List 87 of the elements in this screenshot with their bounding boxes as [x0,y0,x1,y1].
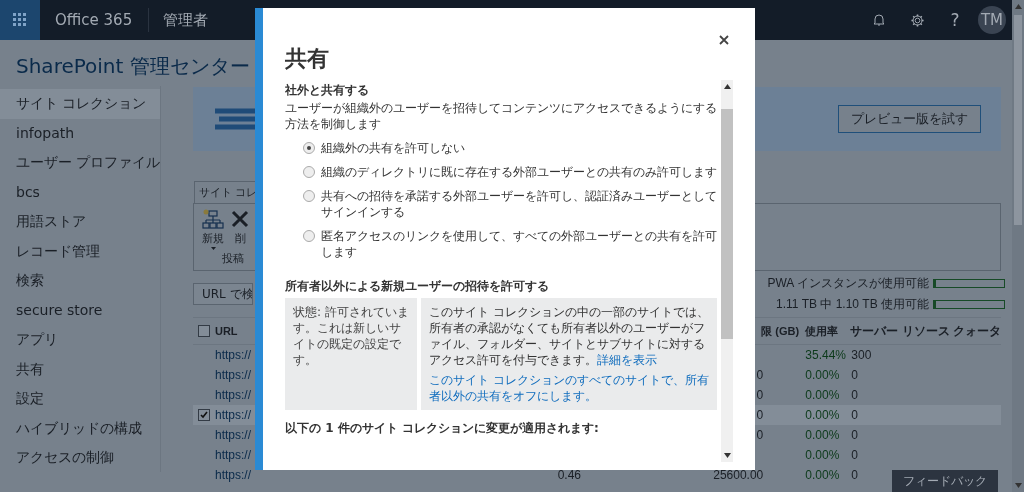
column-header[interactable]: URL [214,325,238,337]
option-label[interactable]: 共有への招待を承諾する外部ユーザーを許可し、認証済みユーザーとしてサインインする [321,188,717,220]
sidebar-item[interactable]: bcs [0,177,160,207]
brand-label[interactable]: Office 365 [40,8,150,32]
table-cell: 0 [756,408,764,422]
table-cell: 0 [851,448,858,462]
close-button[interactable] [717,33,731,47]
url-link[interactable]: https:// [214,448,251,462]
ribbon-group-label: 投稿 [222,251,244,266]
table-cell: 0 [756,368,764,382]
sidebar-item[interactable]: サイト コレクション [0,89,160,119]
table-cell: 0 [756,388,764,402]
table-cell: 0.00% [805,388,840,402]
radio-button[interactable] [303,166,315,178]
feedback-button[interactable]: フィードバック [892,470,998,492]
scroll-up-icon[interactable] [723,84,731,89]
scrollbar-thumb[interactable] [1014,15,1022,225]
details-link[interactable]: 詳細を表示 [597,353,657,367]
sidebar-item[interactable]: 検索 [0,266,160,296]
table-cell: 0.00% [805,428,840,442]
turn-off-sharing-link[interactable]: このサイト コレクションのすべてのサイトで、所有者以外の共有をオフにします。 [429,372,709,404]
sidebar-item[interactable]: infopath [0,118,160,148]
url-link[interactable]: https:// [214,368,251,382]
sidebar-item[interactable]: 用語ストア [0,207,160,237]
table-cell: 0 [851,368,858,382]
section-label: 管理者 [162,10,210,30]
url-link[interactable]: https:// [214,408,251,422]
help-button[interactable]: ? [936,10,974,30]
table-cell: 0.00% [805,408,840,422]
dialog-title: 共有 [285,45,330,73]
select-all-checkbox[interactable] [198,325,210,337]
ribbon-button[interactable]: 新規 [202,208,224,250]
table-cell: 25600.00 [713,468,764,482]
option-label[interactable]: 匿名アクセスのリンクを使用して、すべての外部ユーザーとの共有を許可します [321,228,717,260]
try-preview-button[interactable]: プレビュー版を試す [838,105,981,133]
section-description: ユーザーが組織外のユーザーを招待してコンテンツにアクセスできるようにする方法を制御します [285,100,717,132]
x-icon [230,208,250,230]
sidebar-item[interactable]: 共有 [0,354,160,384]
sidebar-item[interactable]: アプリ [0,325,160,355]
column-header[interactable]: サーバー リソース クォータ [850,323,1001,338]
table-cell: 0 [851,428,858,442]
user-avatar[interactable]: TM [978,6,1006,34]
option-label[interactable]: 組織のディレクトリに既に存在する外部ユーザーとの共有のみ許可します [321,164,717,180]
caret-icon [210,247,216,250]
table-cell: 0 [851,468,858,482]
table-cell: 0.00% [805,368,840,382]
url-link[interactable]: https:// [214,428,251,442]
table-cell: 0.46 [557,468,582,482]
column-header[interactable]: 限 (GB) [761,324,800,337]
option-label[interactable]: 組織外の共有を許可しない [321,140,465,156]
table-cell: 0.00% [805,448,840,462]
app-launcher-icon[interactable] [0,0,40,40]
scroll-down-icon[interactable] [723,453,731,458]
sidebar-item[interactable]: レコード管理 [0,236,160,266]
radio-button[interactable] [303,230,315,242]
row-checkbox[interactable] [198,409,210,421]
bell-icon[interactable] [873,13,885,27]
section-heading: 所有者以外による新規ユーザーの招待を許可する [285,278,550,294]
sidebar-item[interactable]: アクセスの制御 [0,443,160,473]
meter-label: 1.11 TB 中 1.10 TB 使用可能 [776,296,929,313]
url-link[interactable]: https:// [214,388,251,402]
org-chart-icon [202,208,224,230]
table-cell: 0.00% [805,468,840,482]
table-cell: 0 [851,388,858,402]
section-heading: 社外と共有する [285,82,370,98]
url-link[interactable]: https:// [214,348,251,362]
row-select-cell[interactable] [193,405,215,425]
table-cell: 300 [851,348,872,362]
url-link[interactable]: https:// [214,468,251,482]
status-text: 状態: 許可されています。これは新しいサイトの既定の設定です。 [285,298,417,410]
table-cell: 0 [851,408,858,422]
settings-icon[interactable] [909,12,925,28]
sidebar-item[interactable]: secure store [0,295,160,325]
radio-button[interactable] [303,190,315,202]
scrollbar-thumb[interactable] [721,109,733,339]
radio-button[interactable] [303,142,315,154]
sidebar-item[interactable]: 設定 [0,384,160,414]
table-cell: 0 [756,428,764,442]
ribbon-button[interactable]: 削 [230,208,250,246]
info-text: このサイト コレクションの中の一部のサイトでは、所有者の承認がなくても所有者以外のユーザーがファイル、フォルダー、サイトとサブサイトに対するアクセス許可を付与できます。詳細を表示 [429,304,709,368]
meter-label: PWA インスタンスが使用可能 [767,275,929,292]
footer-note: 以下の 1 件のサイト コレクションに変更が適用されます: [285,420,600,436]
page-title: SharePoint 管理センター [15,53,250,80]
table-cell: 35.44% [805,348,846,362]
sidebar-item[interactable]: ユーザー プロファイル [0,148,160,178]
sidebar-item[interactable]: ハイブリッドの構成 [0,413,160,443]
column-header[interactable]: 使用率 [805,324,839,337]
